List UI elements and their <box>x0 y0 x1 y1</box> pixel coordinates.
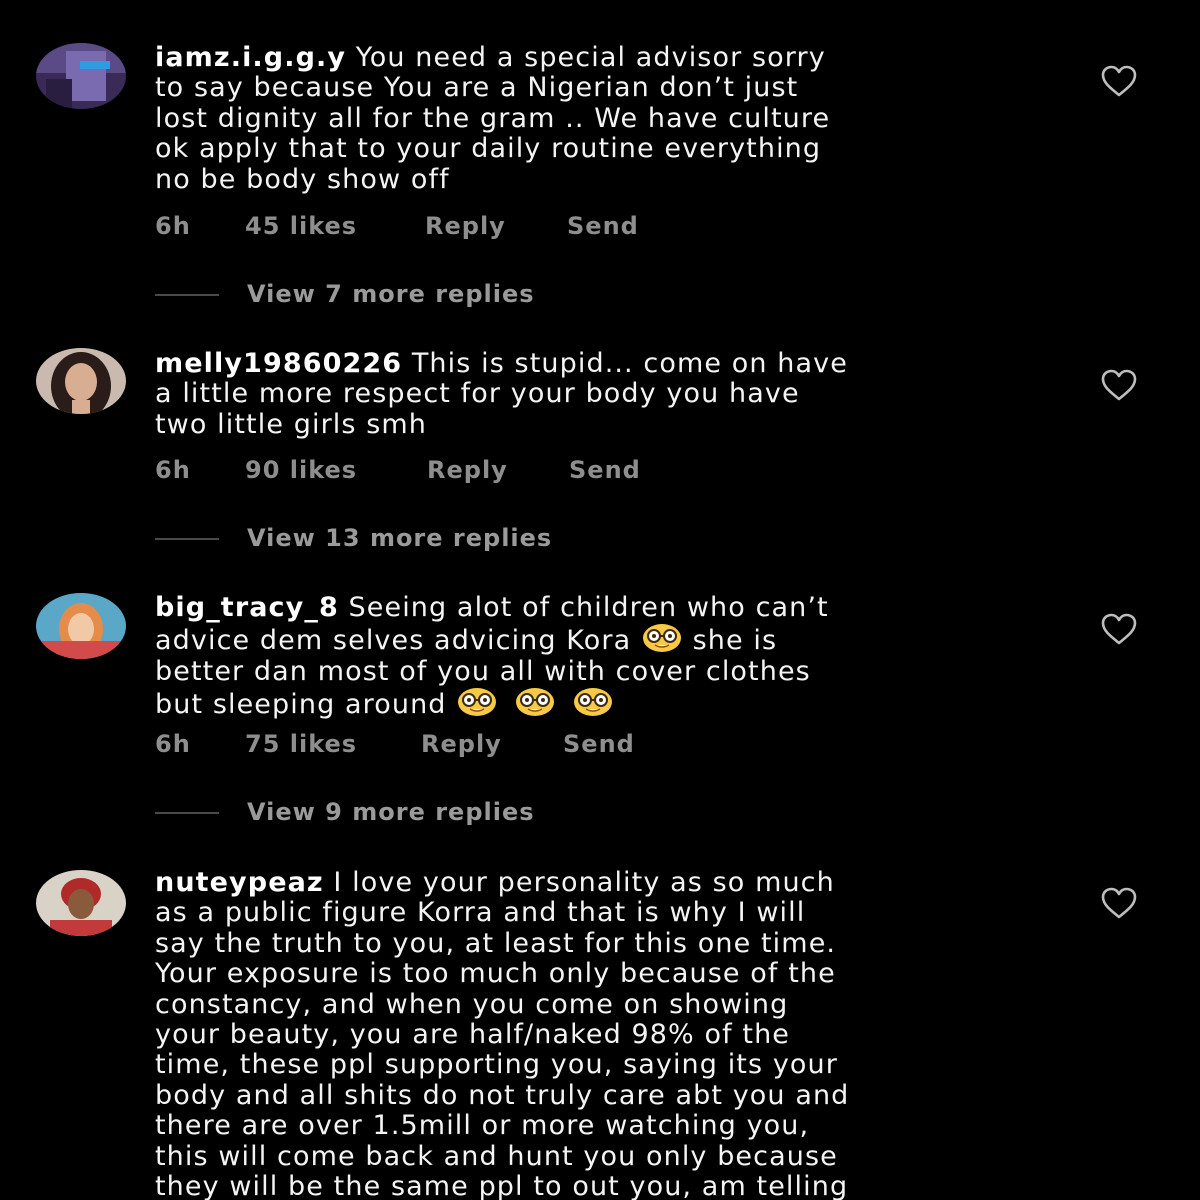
comment-likes[interactable]: 75 likes <box>245 730 357 758</box>
nerd-face-emoji-icon <box>458 688 497 717</box>
heart-outline-icon[interactable] <box>1100 368 1138 402</box>
comment-username[interactable]: big_tracy_8 <box>155 592 339 623</box>
comment-time: 6h <box>155 212 191 240</box>
divider <box>155 294 219 296</box>
comment-username[interactable]: nuteypeaz <box>155 867 324 898</box>
reply-button[interactable]: Reply <box>425 212 506 240</box>
reply-button[interactable]: Reply <box>421 730 502 758</box>
heart-outline-icon[interactable] <box>1100 612 1138 646</box>
comment-text: melly19860226 This is stupid... come on … <box>155 348 1055 440</box>
divider <box>155 538 219 540</box>
send-button[interactable]: Send <box>567 212 639 240</box>
avatar[interactable] <box>36 43 126 109</box>
avatar[interactable] <box>36 870 126 936</box>
nerd-face-emoji-icon <box>642 624 681 653</box>
comments-list: iamz.i.g.g.y You need a special advisor … <box>0 0 1200 1200</box>
send-button[interactable]: Send <box>563 730 635 758</box>
view-replies-label[interactable]: View 13 more replies <box>247 524 552 552</box>
reply-button[interactable]: Reply <box>427 456 508 484</box>
divider <box>155 812 219 814</box>
heart-outline-icon[interactable] <box>1100 886 1138 920</box>
comment-username[interactable]: iamz.i.g.g.y <box>155 42 346 73</box>
comment-likes[interactable]: 90 likes <box>245 456 357 484</box>
send-button[interactable]: Send <box>569 456 641 484</box>
comment-time: 6h <box>155 730 191 758</box>
comment-time: 6h <box>155 456 191 484</box>
heart-outline-icon[interactable] <box>1100 64 1138 98</box>
avatar[interactable] <box>36 593 126 659</box>
nerd-face-emoji-icon <box>574 688 613 717</box>
view-replies-label[interactable]: View 9 more replies <box>247 798 535 826</box>
comment-username[interactable]: melly19860226 <box>155 348 402 379</box>
comment-likes[interactable]: 45 likes <box>245 212 357 240</box>
comment-text: nuteypeaz I love your personality as so … <box>155 867 1055 1200</box>
avatar[interactable] <box>36 348 126 414</box>
nerd-face-emoji-icon <box>516 688 555 717</box>
comment-body: I love your personality as so much as a … <box>155 867 850 1200</box>
comment-text: iamz.i.g.g.y You need a special advisor … <box>155 42 1055 195</box>
comment-text: big_tracy_8 Seeing alot of children who … <box>155 592 1055 721</box>
view-replies-label[interactable]: View 7 more replies <box>247 280 535 308</box>
